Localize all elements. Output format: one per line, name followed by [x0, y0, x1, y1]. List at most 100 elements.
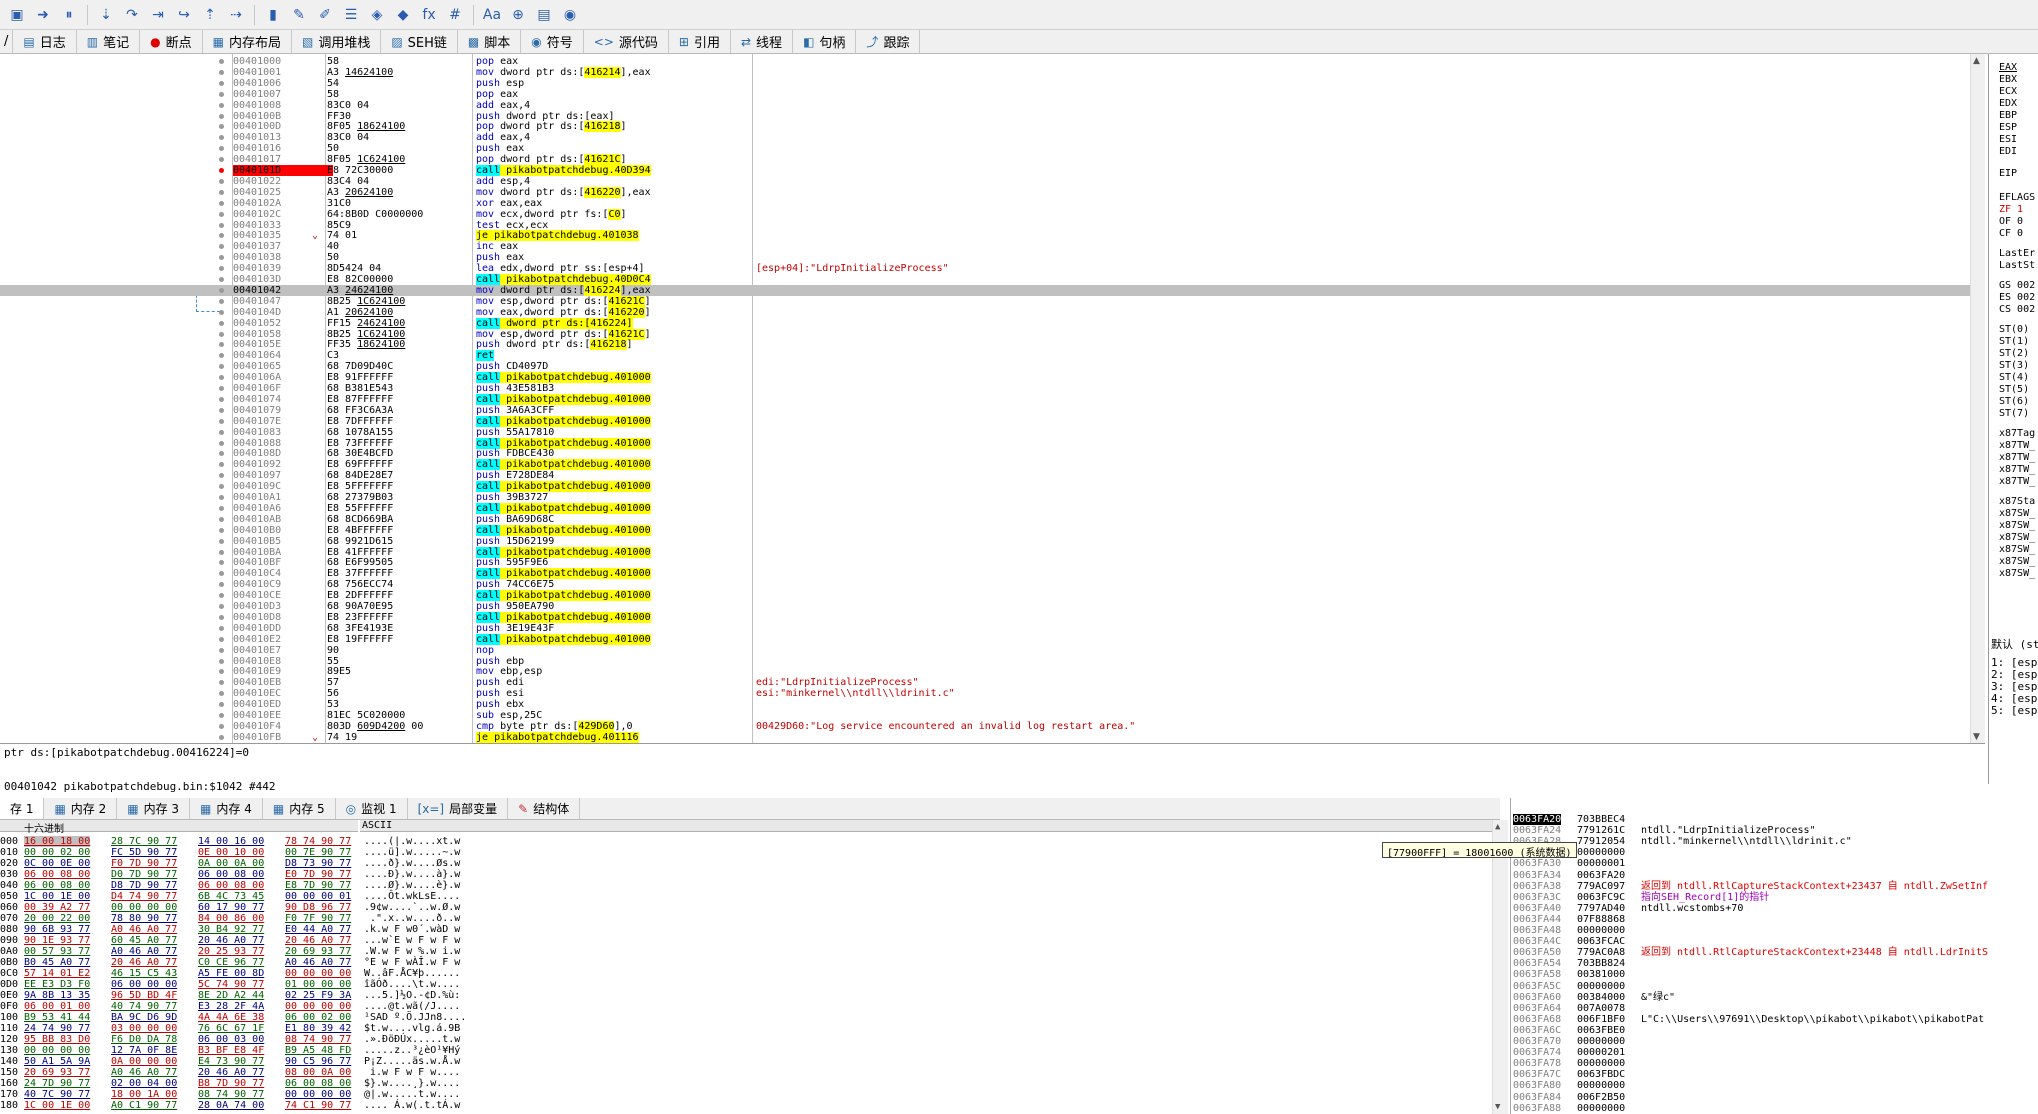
- dump-hex-group[interactable]: 0C 00 0E 00: [24, 858, 90, 869]
- dump-hex-group[interactable]: E4 73 90 77: [198, 1056, 264, 1067]
- stack-row[interactable]: 0063FA20 703BBEC4: [1511, 814, 2038, 825]
- disasm-row[interactable]: 00401052 FF15 24624100 call dword ptr ds:[…: [0, 317, 1970, 329]
- disasm-row[interactable]: 004010BF 68 E6F99505 push 595F9E6: [0, 557, 1970, 568]
- gutter-dot-icon[interactable]: [219, 113, 224, 119]
- register-name[interactable]: EDI: [1999, 146, 2017, 157]
- dump-row[interactable]: 0C0 57 14 01 E2 46 15 C5 43 A5 FE 00 8D 00 0…: [0, 968, 1490, 979]
- disasm-row[interactable]: 0040103D E8 82C00000 call pikabotpatchdebu…: [0, 274, 1970, 285]
- dump-hex-group[interactable]: 57 14 01 E2: [24, 968, 90, 979]
- register-name[interactable]: OF 0: [1999, 216, 2023, 227]
- gutter-dot-icon[interactable]: [219, 614, 224, 620]
- tab-symbol[interactable]: ◉ 符号: [521, 30, 584, 53]
- dump-hex-group[interactable]: 00 57 93 77: [24, 946, 90, 957]
- stack-row[interactable]: 0063FA70 00000000: [1511, 1036, 2038, 1047]
- dump-hex-group[interactable]: B0 45 A0 77: [24, 957, 90, 968]
- dump-hex-group[interactable]: 1C 00 1E 00: [24, 891, 90, 902]
- dump-hex-group[interactable]: C0 CE 96 77: [198, 957, 264, 968]
- gutter-dot-icon[interactable]: [219, 723, 224, 729]
- disasm-row[interactable]: 004010D8 E8 23FFFFFF call pikabotpatchdebu…: [0, 611, 1970, 623]
- dump-hex-group[interactable]: 24 7D 90 77: [24, 1078, 90, 1089]
- disasm-scrollbar[interactable]: ▲ ▼: [1970, 54, 1985, 743]
- stack-row[interactable]: 0063FA30 00000001: [1511, 858, 2038, 869]
- register-name[interactable]: x87TW_: [1999, 452, 2035, 463]
- register-name[interactable]: EAX: [1999, 62, 2017, 73]
- gutter-dot-icon[interactable]: [219, 462, 224, 468]
- stack-row[interactable]: 0063FA4C 0063FCAC: [1511, 936, 2038, 947]
- stack-row[interactable]: 0063FA54 703BB824: [1511, 958, 2038, 969]
- dump-hex-group[interactable]: 20 69 93 77: [285, 946, 351, 957]
- gutter-dot-icon[interactable]: [219, 59, 224, 64]
- dump-row[interactable]: 100 B9 53 41 44 BA 9C D6 9D 4A 4A 6E 38 06 0…: [0, 1012, 1490, 1023]
- dump-row[interactable]: 170 40 7C 90 77 18 00 1A 00 08 74 90 77 00 0…: [0, 1089, 1490, 1100]
- dump-hex-group[interactable]: 20 46 A0 77: [285, 935, 351, 946]
- pin-icon[interactable]: ⊕: [507, 4, 529, 26]
- disasm-row[interactable]: 0040109C E8 5FFFFFFF call pikabotpatchdebu…: [0, 481, 1970, 493]
- dump-hex-group[interactable]: 06 00 01 00: [24, 1001, 90, 1012]
- disasm-row[interactable]: 004010DD 68 3FE4193E push 3E19E43F: [0, 623, 1970, 634]
- dump-hex-group[interactable]: 06 00 08 00: [198, 869, 264, 880]
- tab-trace[interactable]: ⤴ 跟踪: [856, 30, 921, 53]
- stack-row[interactable]: 0063FA48 00000000: [1511, 925, 2038, 936]
- dump-row[interactable]: 130 00 00 00 00 12 7A 0F 8E B3 BF E8 4F B9 A…: [0, 1045, 1490, 1056]
- register-name[interactable]: x87SW_: [1999, 508, 2035, 519]
- dump-hex-group[interactable]: BA 9C D6 9D: [111, 1012, 177, 1023]
- dump-hex-group[interactable]: 20 46 A0 77: [198, 1067, 264, 1078]
- disasm-row[interactable]: 00401047 8B25 1C624100 mov esp,dword ptr d…: [0, 295, 1970, 307]
- dump-hex-group[interactable]: 0A 00 0A 00: [198, 858, 264, 869]
- tab-call-stack[interactable]: ▧ 调用堆栈: [292, 30, 382, 53]
- dump-tab[interactable]: ▦ 内存 3: [117, 798, 191, 819]
- disasm-row[interactable]: 004010ED 53 push ebx: [0, 699, 1970, 710]
- dump-row[interactable]: 080 90 6B 93 77 A0 46 A0 77 30 B4 92 77 E0 4…: [0, 924, 1490, 935]
- register-name[interactable]: ST(2): [1999, 348, 2029, 359]
- dump-hex-group[interactable]: FC 5D 90 77: [111, 847, 177, 858]
- dump-row[interactable]: 0B0 B0 45 A0 77 20 46 A0 77 C0 CE 96 77 A0 4…: [0, 957, 1490, 968]
- dump-hex-group[interactable]: 1C 00 1E 00: [24, 1100, 90, 1111]
- dump-hex-group[interactable]: A5 FE 00 8D: [198, 968, 264, 979]
- register-name[interactable]: ESP: [1999, 122, 2017, 133]
- dump-hex-group[interactable]: 02 25 F9 3A: [285, 990, 351, 1001]
- gutter-dot-icon[interactable]: [219, 560, 224, 566]
- gutter-dot-icon[interactable]: [219, 266, 224, 272]
- disasm-row[interactable]: 00401064 C3 ret: [0, 350, 1970, 362]
- disasm-row[interactable]: 0040102A 31C0 xor eax,eax: [0, 198, 1970, 209]
- gutter-dot-icon[interactable]: [219, 331, 224, 337]
- register-name[interactable]: ST(7): [1999, 408, 2029, 419]
- dump-hex-group[interactable]: 28 7C 90 77: [111, 836, 177, 847]
- disasm-row[interactable]: 004010A6 E8 55FFFFFF call pikabotpatchdebu…: [0, 502, 1970, 514]
- dump-tab[interactable]: ✎ 结构体: [508, 798, 581, 819]
- disasm-row[interactable]: 00401092 E8 69FFFFFF call pikabotpatchdebu…: [0, 459, 1970, 471]
- dump-tab[interactable]: ▦ 内存 2: [44, 798, 118, 819]
- notes-icon[interactable]: ☰: [340, 4, 362, 26]
- dump-hex-group[interactable]: 0E 00 10 00: [198, 847, 264, 858]
- dump-hex-group[interactable]: 06 00 08 00: [285, 1078, 351, 1089]
- dump-hex-group[interactable]: B9 A5 48 FD: [285, 1045, 351, 1056]
- dump-hex-group[interactable]: 30 B4 92 77: [198, 924, 264, 935]
- dump-hex-group[interactable]: 78 74 90 77: [285, 836, 351, 847]
- disasm-row[interactable]: 00401037 40 inc eax: [0, 241, 1970, 252]
- disasm-row[interactable]: 004010C4 E8 37FFFFFF call pikabotpatchdebu…: [0, 568, 1970, 580]
- disasm-row[interactable]: 004010EB 57 push edi edi:"LdrpInitializePro…: [0, 677, 1970, 688]
- disasm-row[interactable]: 00401039 8D5424 04 lea edx,dword ptr ss:[e…: [0, 263, 1970, 274]
- dump-hex-group[interactable]: 40 74 90 77: [111, 1001, 177, 1012]
- dump-hex-group[interactable]: 06 00 03 00: [198, 1034, 264, 1045]
- stack-row[interactable]: 0063FA2C00000000: [1511, 847, 2038, 858]
- gutter-dot-icon[interactable]: [219, 233, 224, 239]
- stack-row[interactable]: 0063FA74 00000201: [1511, 1047, 2038, 1058]
- gutter-dot-icon[interactable]: [219, 342, 224, 348]
- disasm-row[interactable]: 00401017 8F05 1C624100 pop dword ptr ds:[4…: [0, 154, 1970, 166]
- dump-hex-group[interactable]: 95 BB 83 D0: [24, 1034, 90, 1045]
- dump-row[interactable]: 110 24 74 90 77 03 00 00 00 76 6C 67 1F E1 8…: [0, 1023, 1490, 1034]
- gutter-dot-icon[interactable]: [219, 440, 224, 446]
- gutter-dot-icon[interactable]: [219, 451, 224, 457]
- gutter-dot-icon[interactable]: [219, 135, 224, 141]
- tab-seh[interactable]: ▨ SEH链: [381, 30, 458, 53]
- register-name[interactable]: EIP: [1999, 168, 2017, 179]
- dump-scrollbar[interactable]: ▲ ▼: [1492, 820, 1508, 1114]
- breakpoint-dot-icon[interactable]: [219, 168, 224, 173]
- disasm-row[interactable]: 00401074 E8 87FFFFFF call pikabotpatchdebu…: [0, 393, 1970, 405]
- register-name[interactable]: CF 0: [1999, 228, 2023, 239]
- dump-hex-group[interactable]: F0 7D 90 77: [111, 858, 177, 869]
- stack-row[interactable]: 0063FA88 00000000: [1511, 1103, 2038, 1114]
- register-name[interactable]: GS 002: [1999, 280, 2035, 291]
- disasm-row[interactable]: 0040102C 64:8B0D C0000000 mov ecx,dword pt…: [0, 208, 1970, 220]
